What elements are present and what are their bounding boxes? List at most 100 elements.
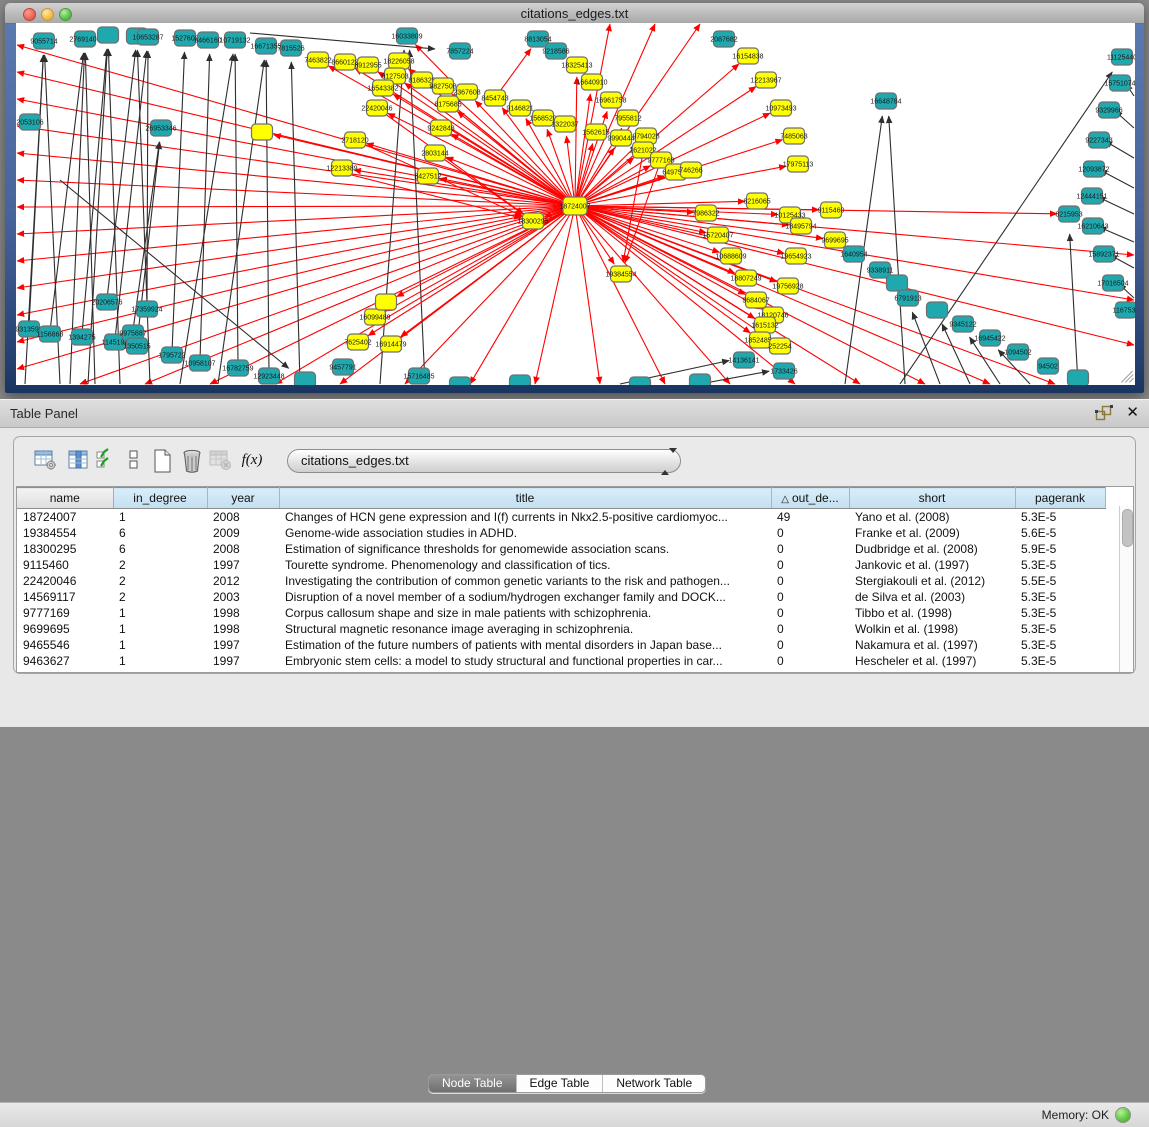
row-height-icon[interactable] [120,447,148,475]
graph-node[interactable]: 1350515 [123,338,150,354]
graph-node[interactable]: 746266 [679,162,702,178]
table-cell[interactable]: 49 [771,509,849,526]
graph-node[interactable]: 1394275 [68,329,95,345]
graph-node[interactable] [630,377,651,385]
graph-node[interactable]: 16640910 [576,74,607,90]
graph-node[interactable]: 19654923 [780,248,811,264]
table-cell[interactable]: 19384554 [17,525,113,541]
table-row[interactable]: 1872400712008Changes of HCN gene express… [17,509,1105,526]
graph-node[interactable]: 9329966 [1095,102,1122,118]
graph-node[interactable]: 7485063 [780,128,807,144]
table-cell[interactable]: 18300295 [17,541,113,557]
table-cell[interactable]: Estimation of significance thresholds fo… [279,541,771,557]
graph-node[interactable]: 19384554 [605,266,636,282]
table-cell[interactable]: 2008 [207,541,279,557]
table-row[interactable]: 2242004622012Investigating the contribut… [17,573,1105,589]
column-header-short[interactable]: short [849,488,1015,509]
graph-node[interactable]: 16961758 [595,92,626,108]
table-cell[interactable]: 2008 [207,509,279,526]
graph-node[interactable]: 18325413 [561,57,592,73]
table-cell[interactable]: Franke et al. (2009) [849,525,1015,541]
table-cell[interactable]: 0 [771,637,849,653]
table-cell[interactable]: 5.3E-5 [1015,605,1105,621]
table-row[interactable]: 911546021997Tourette syndrome. Phenomeno… [17,557,1105,573]
graph-node[interactable]: 7857224 [446,43,473,59]
table-cell[interactable]: 1998 [207,605,279,621]
graph-node[interactable]: 1167531 [1113,302,1135,318]
graph-node[interactable]: 9227343 [1085,132,1112,148]
table-cell[interactable]: 1 [113,509,207,526]
graph-node[interactable]: 1094502 [1004,344,1031,360]
graph-node[interactable]: 10688609 [715,248,746,264]
table-cell[interactable]: 1 [113,605,207,621]
graph-node[interactable]: 16648784 [870,93,901,109]
graph-node[interactable]: 1562615 [582,124,609,140]
graph-node[interactable]: 1640954 [840,246,867,262]
graph-node[interactable]: 9146821 [506,100,533,116]
close-panel-icon[interactable]: ✕ [1126,403,1139,421]
function-builder-icon[interactable]: f(x) [236,447,268,475]
table-cell[interactable]: Corpus callosum shape and size in male p… [279,605,771,621]
table-cell[interactable]: Genome-wide association studies in ADHD. [279,525,771,541]
table-row[interactable]: 1830029562008Estimation of significance … [17,541,1105,557]
table-cell[interactable]: 5.3E-5 [1015,637,1105,653]
table-cell[interactable]: 1 [113,621,207,637]
table-cell[interactable]: 5.3E-5 [1015,509,1105,526]
table-cell[interactable]: 9465546 [17,637,113,653]
table-cell[interactable]: Structural magnetic resonance image aver… [279,621,771,637]
table-cell[interactable]: 22420046 [17,573,113,589]
table-cell[interactable]: 0 [771,653,849,669]
column-header-year[interactable]: year [207,488,279,509]
graph-node[interactable]: 16210643 [1077,218,1108,234]
graph-node[interactable]: 2718120 [341,132,368,148]
column-header-out_de[interactable]: △out_de... [771,488,849,509]
table-cell[interactable]: 1998 [207,621,279,637]
graph-node[interactable]: 1733426 [770,363,797,379]
graph-node[interactable]: 9684067 [742,292,769,308]
table-cell[interactable]: 5.3E-5 [1015,557,1105,573]
table-cell[interactable]: 2 [113,589,207,605]
graph-node[interactable]: 12444151 [1076,188,1107,204]
graph-node[interactable]: 9242848 [427,120,454,136]
scrollbar-thumb[interactable] [1122,509,1133,547]
column-header-name[interactable]: name [17,488,113,509]
table-cell[interactable]: 1997 [207,637,279,653]
table-cell[interactable]: Embryonic stem cells: a model to study s… [279,653,771,669]
graph-node[interactable]: 17359924 [131,301,162,317]
graph-node[interactable]: 27691406 [69,31,100,47]
table-cell[interactable]: Nakamura et al. (1997) [849,637,1015,653]
table-cell[interactable]: Changes of HCN gene expression and I(f) … [279,509,771,526]
window-resize-grip[interactable] [1119,369,1133,383]
table-row[interactable]: 946554611997Estimation of the future num… [17,637,1105,653]
graph-node[interactable]: 26953346 [145,120,176,136]
table-row[interactable]: 969969511998Structural magnetic resonanc… [17,621,1105,637]
vertical-scrollbar[interactable] [1119,506,1133,672]
graph-node[interactable]: 17975113 [783,156,814,172]
table-cell[interactable]: 5.3E-5 [1015,621,1105,637]
graph-node[interactable]: 10958107 [184,355,215,371]
graph-node[interactable]: 7463822 [304,52,331,68]
tab-node-table[interactable]: Node Table [429,1075,517,1092]
graph-node[interactable] [376,294,397,310]
table-cell[interactable]: 1997 [207,653,279,669]
network-canvas[interactable]: 1872400774638228660123891295518226058912… [16,23,1135,385]
graph-node[interactable] [927,302,948,318]
float-panel-icon[interactable] [1095,405,1113,421]
graph-node[interactable]: 16945422 [974,330,1005,346]
graph-node[interactable]: 8175685 [434,96,461,112]
create-column-icon[interactable] [148,447,176,475]
table-selector-dropdown[interactable]: citations_edges.txt [287,449,681,473]
graph-node[interactable]: 9055714 [30,33,57,49]
graph-node[interactable]: 16914479 [375,336,406,352]
tab-edge-table[interactable]: Edge Table [517,1075,604,1092]
graph-node[interactable]: 12213389 [326,160,357,176]
table-cell[interactable]: 2003 [207,589,279,605]
graph-node[interactable]: 16782759 [222,360,253,376]
graph-node[interactable]: 14136141 [728,352,759,368]
table-cell[interactable]: 5.9E-5 [1015,541,1105,557]
graph-node[interactable]: 9218586 [542,43,569,59]
table-cell[interactable]: Disruption of a novel member of a sodium… [279,589,771,605]
table-cell[interactable]: Investigating the contribution of common… [279,573,771,589]
table-cell[interactable]: 1 [113,637,207,653]
graph-node[interactable]: 7815526 [277,40,304,56]
